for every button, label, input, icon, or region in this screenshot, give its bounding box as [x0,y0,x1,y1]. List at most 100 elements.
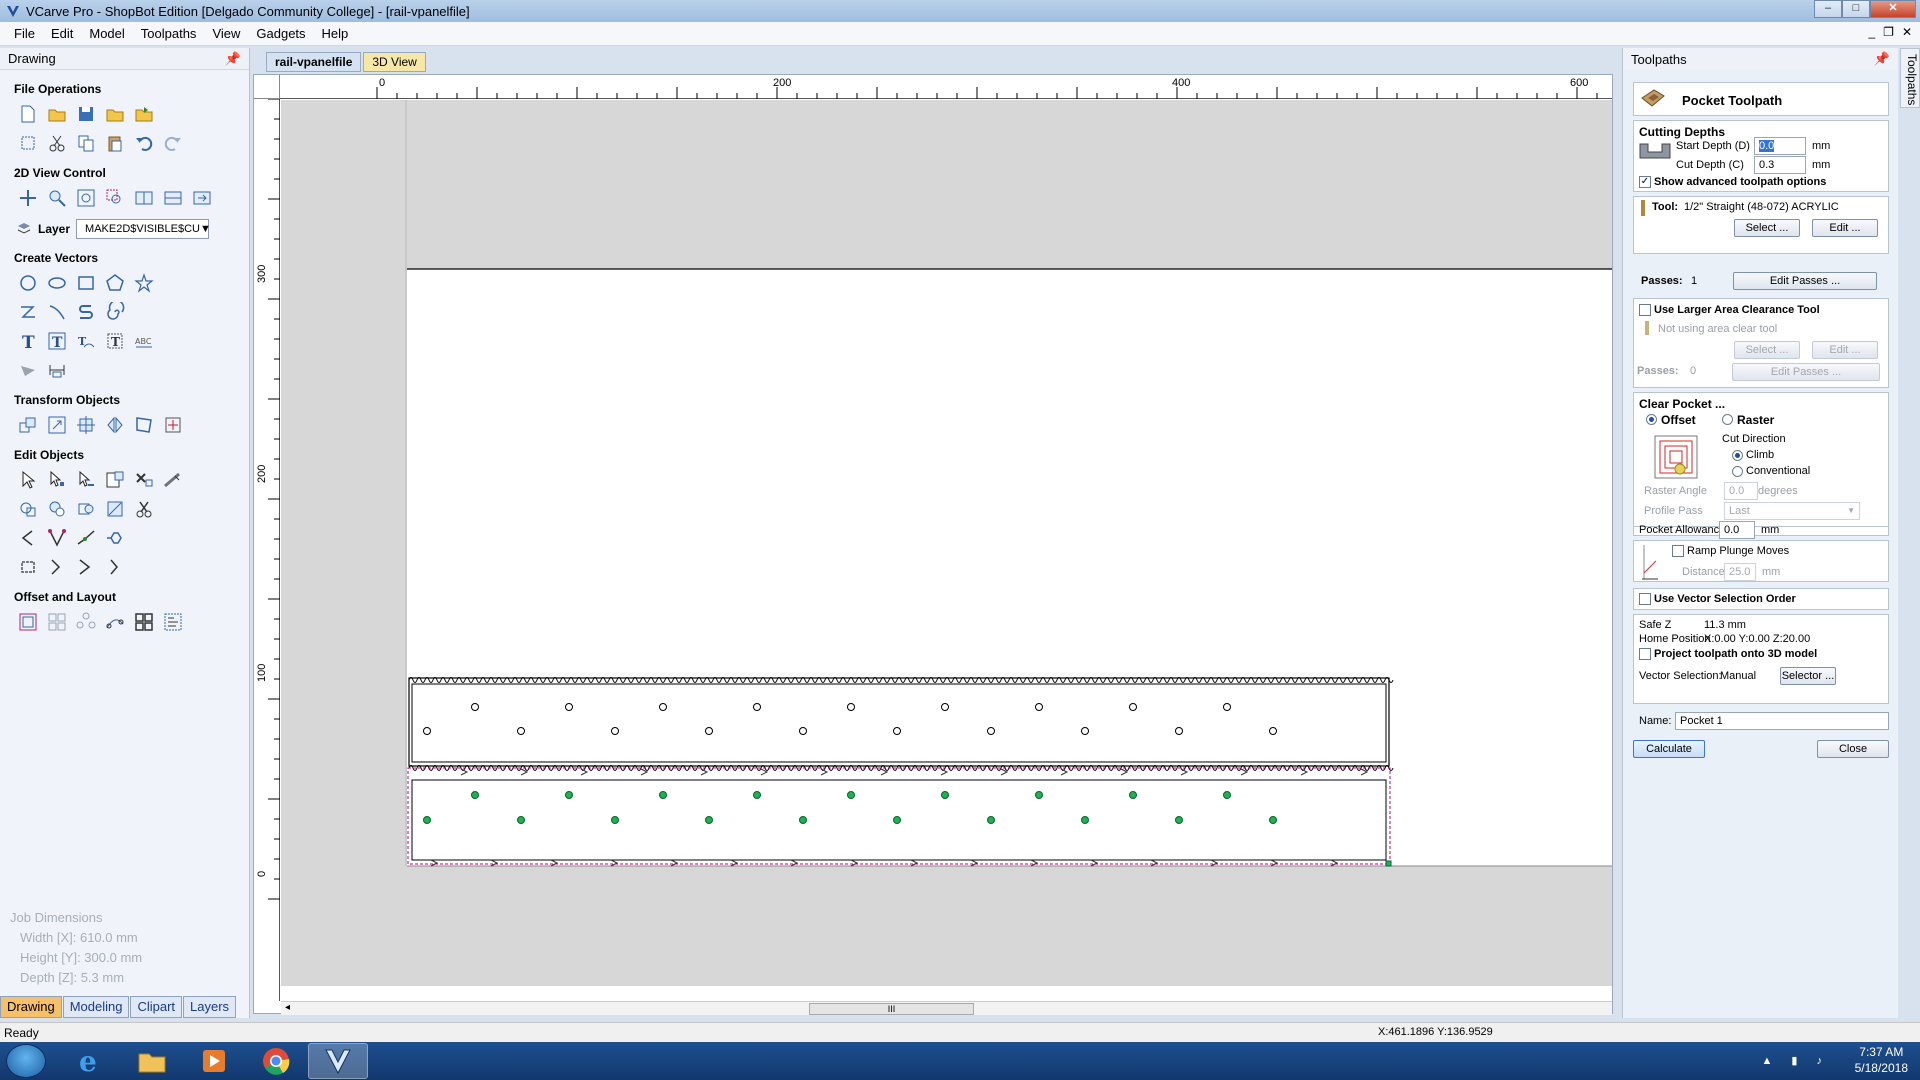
weld-icon[interactable] [16,497,39,520]
save-file-icon[interactable] [74,102,97,125]
close-vectors-icon[interactable] [45,526,68,549]
view-tile-icon[interactable] [132,186,155,209]
system-tray-icons[interactable]: ▲ ▮ ♪ [1761,1054,1830,1067]
selector-button[interactable]: Selector ... [1780,667,1836,685]
area-edit-passes-button[interactable]: Edit Passes ... [1732,363,1880,381]
pan-icon[interactable] [16,186,39,209]
edit-passes-button[interactable]: Edit Passes ... [1733,272,1877,290]
tab-layers[interactable]: Layers [183,996,237,1018]
tool-select-button[interactable]: Select ... [1734,219,1800,237]
draw-bitmap-trace-icon[interactable] [16,358,39,381]
convert-text-icon[interactable]: ABC [132,329,155,352]
copy-icon[interactable] [74,131,97,154]
tab-drawing[interactable]: Drawing [0,996,62,1018]
calculate-button[interactable]: Calculate [1633,740,1705,758]
project-toolpath-checkbox[interactable] [1639,648,1651,660]
move-icon[interactable] [16,413,39,436]
doc-close-icon[interactable]: ✕ [1902,25,1912,39]
vector-order-checkbox[interactable] [1639,593,1651,605]
tab-modeling[interactable]: Modeling [62,996,130,1018]
advanced-options-checkbox[interactable]: ✓ [1639,176,1651,188]
clock[interactable]: 7:37 AM 5/18/2018 [1855,1044,1908,1076]
align-icon[interactable] [74,413,97,436]
drawing-canvas[interactable] [281,100,1612,986]
menu-model[interactable]: Model [81,26,132,41]
trim-icon[interactable] [132,497,155,520]
horizontal-scroll-thumb[interactable]: III [809,1003,974,1015]
job-setup-icon[interactable] [16,131,39,154]
subtract-icon[interactable] [45,497,68,520]
mirror-icon[interactable] [103,413,126,436]
set-position-icon[interactable] [161,413,184,436]
selection-handle[interactable] [1385,860,1392,867]
area-clearance-checkbox[interactable] [1639,304,1651,316]
doc-restore-icon[interactable]: ❐ [1883,25,1894,39]
dimensions-icon[interactable] [45,358,68,381]
menu-view[interactable]: View [204,26,248,41]
menu-gadgets[interactable]: Gadgets [248,26,313,41]
conventional-radio[interactable] [1732,466,1743,477]
start-depth-input[interactable]: 0.0 [1754,137,1806,155]
view-split-icon[interactable] [161,186,184,209]
pin-icon[interactable]: 📌 [1874,51,1890,67]
tool-edit-button[interactable]: Edit ... [1812,219,1878,237]
draw-line-icon[interactable] [16,300,39,323]
smooth-vectors-icon[interactable] [16,555,39,578]
cut-icon[interactable] [45,131,68,154]
draw-text-icon[interactable]: T [16,329,39,352]
draw-polygon-icon[interactable] [103,271,126,294]
draw-rectangle-icon[interactable] [74,271,97,294]
array-copy-icon[interactable] [45,610,68,633]
redo-icon[interactable] [161,131,184,154]
windows-start-icon[interactable] [6,1044,46,1078]
menu-file[interactable]: File [6,26,43,41]
media-player-icon[interactable] [184,1043,244,1079]
chrome-icon[interactable] [246,1043,306,1079]
interactive-select-icon[interactable] [74,468,97,491]
area-edit-button[interactable]: Edit ... [1812,341,1878,359]
pocket-allowance-input[interactable]: 0.0 [1719,521,1755,539]
view-switch-icon[interactable] [190,186,213,209]
arc-text-icon[interactable]: T [103,329,126,352]
menu-edit[interactable]: Edit [43,26,81,41]
tab-clipart[interactable]: Clipart [130,996,183,1018]
undo-icon[interactable] [132,131,155,154]
copy-along-vector-icon[interactable] [103,610,126,633]
tab-2d-view[interactable]: rail-vpanelfile [266,52,362,72]
scroll-left-icon[interactable]: ◂ [285,1002,290,1013]
file-explorer-icon[interactable] [122,1043,182,1079]
menu-help[interactable]: Help [314,26,357,41]
import-folder-icon[interactable] [132,102,155,125]
select-icon[interactable] [16,468,39,491]
doc-minimize-icon[interactable]: _ [1868,25,1875,39]
distort-icon[interactable] [132,413,155,436]
profile-pass-dropdown[interactable]: Last ▼ [1724,502,1860,520]
zoom-selection-icon[interactable] [103,186,126,209]
node-edit-icon[interactable] [45,468,68,491]
climb-radio[interactable] [1732,450,1743,461]
fillet-icon[interactable] [103,497,126,520]
auto-layout-text-icon[interactable]: T [45,329,68,352]
new-file-icon[interactable] [16,102,39,125]
draw-arc-icon[interactable] [45,300,68,323]
delete-icon[interactable] [132,468,155,491]
text-on-curve-icon[interactable]: T [74,329,97,352]
maximize-icon[interactable]: □ [1842,0,1870,18]
draw-curve-icon[interactable] [74,300,97,323]
select-options-icon[interactable] [103,468,126,491]
close-window-icon[interactable]: ✕ [1870,0,1916,18]
toolpaths-vertical-tab[interactable]: Toolpaths [1900,48,1920,108]
nesting-icon[interactable] [132,610,155,633]
close-button[interactable]: Close [1817,740,1889,758]
extend-vector-icon[interactable] [45,555,68,578]
area-select-button[interactable]: Select ... [1734,341,1800,359]
raster-angle-input[interactable]: 0.0 [1724,482,1758,500]
draw-circle-icon[interactable] [16,271,39,294]
offset-vectors-icon[interactable] [103,526,126,549]
toolpath-name-input[interactable]: Pocket 1 [1675,712,1889,730]
ruler-origin-icon[interactable] [254,75,280,99]
tab-3d-view[interactable]: 3D View [363,52,426,72]
trim-to-vector-icon[interactable] [74,555,97,578]
zoom-extents-icon[interactable] [74,186,97,209]
draw-spiral-icon[interactable] [103,300,126,323]
